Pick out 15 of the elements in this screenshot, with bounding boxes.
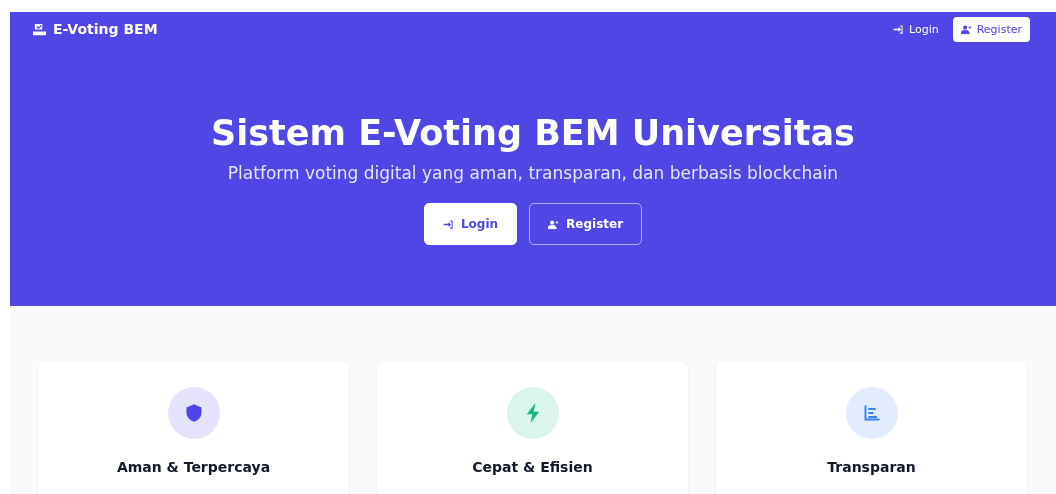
login-button[interactable]: Login — [423, 203, 518, 245]
feature-title: Cepat & Efisien — [472, 459, 593, 475]
sign-in-icon — [893, 23, 904, 35]
register-button[interactable]: Register — [952, 16, 1030, 42]
hero-title: Sistem E-Voting BEM Universitas — [211, 113, 855, 153]
register-button[interactable]: Register — [529, 203, 643, 245]
user-plus-icon — [960, 23, 972, 35]
sign-in-icon — [442, 218, 454, 230]
brand-name: E-Voting BEM — [53, 21, 158, 37]
login-link[interactable]: Login — [893, 22, 939, 36]
feature-title: Aman & Terpercaya — [116, 459, 271, 475]
ballot-box-icon — [32, 21, 47, 37]
user-plus-icon — [548, 218, 560, 230]
hero-subtitle: Platform voting digital yang aman, transparan, dan berbasis blockchain — [227, 163, 839, 183]
feature-title: Transparan — [827, 459, 916, 475]
